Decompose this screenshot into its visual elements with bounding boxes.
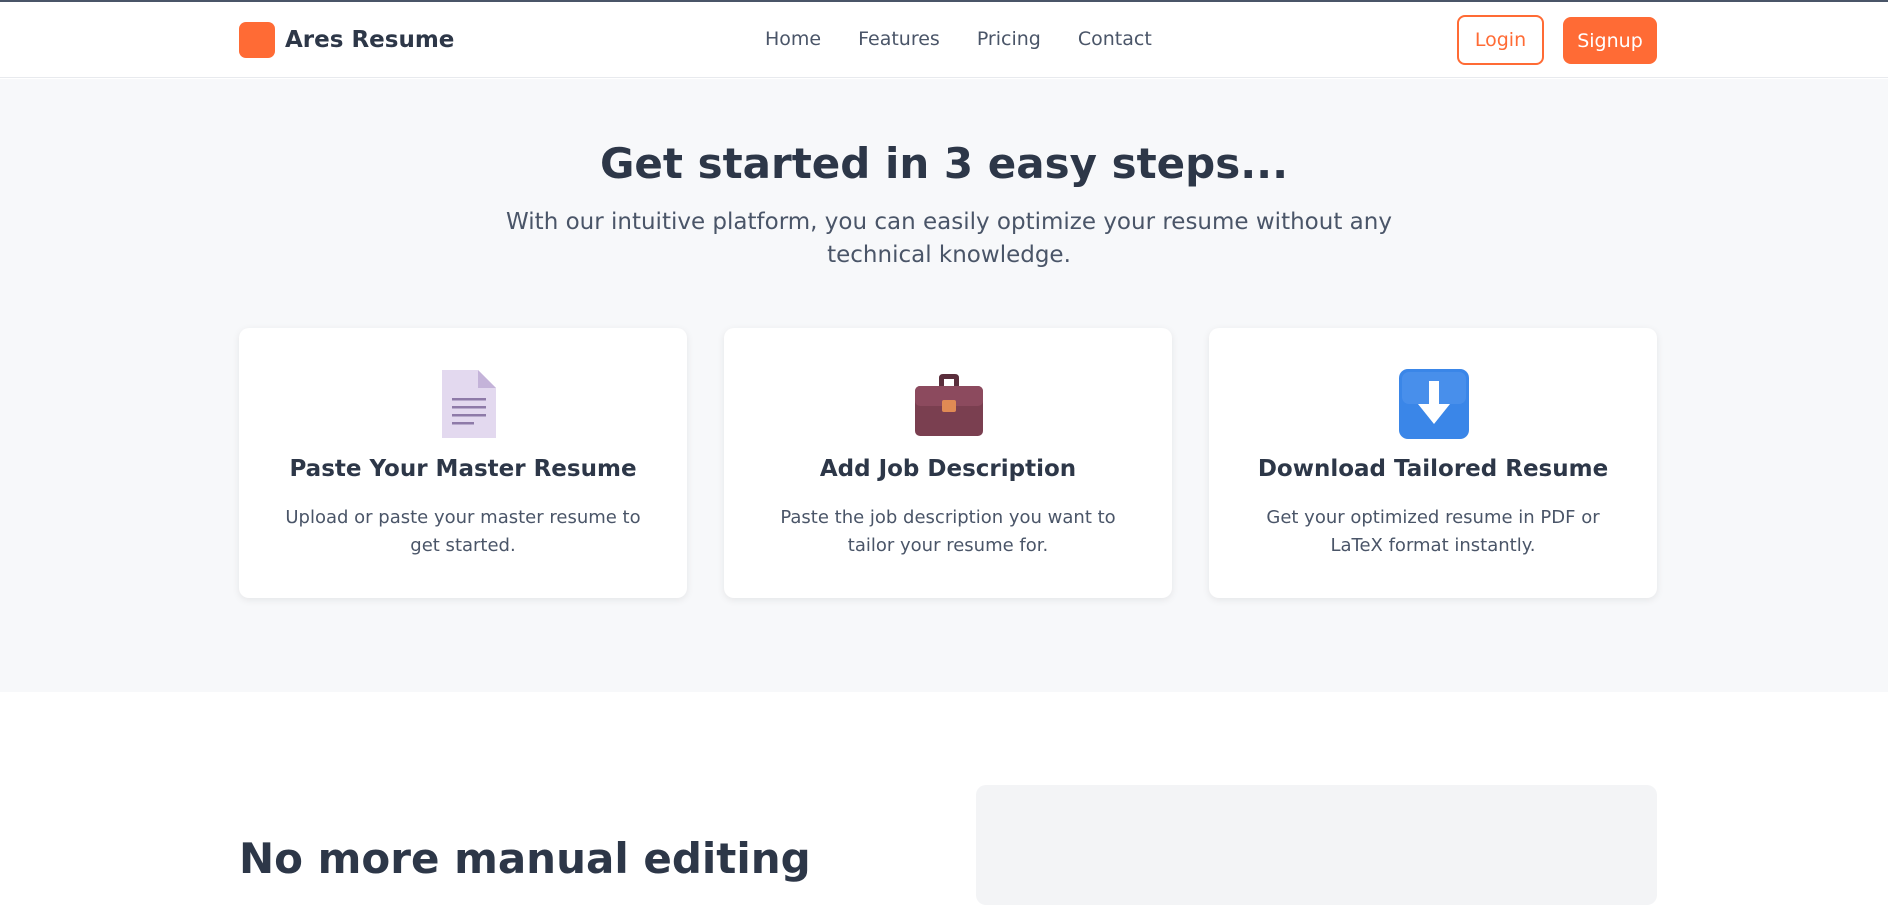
step-card-description: Paste the job description you want to ta…	[780, 507, 1116, 556]
brand-logo-icon	[239, 22, 275, 58]
step-card-title: Add Job Description	[819, 456, 1077, 482]
brand-name: Ares Resume	[285, 27, 455, 53]
steps-section: Get started in 3 easy steps... With our …	[0, 79, 1888, 692]
step-card-description: Get your optimized resume in PDF or LaTe…	[1266, 507, 1600, 556]
navbar: Ares Resume Home Features Pricing Contac…	[0, 2, 1888, 78]
document-icon	[428, 368, 500, 440]
steps-title: Get started in 3 easy steps...	[599, 139, 1289, 188]
step-card-title: Paste Your Master Resume	[289, 456, 637, 482]
nav-link-pricing[interactable]: Pricing	[977, 28, 1041, 50]
feature-preview-panel	[976, 785, 1657, 905]
steps-subtitle: With our intuitive platform, you can eas…	[506, 209, 1392, 268]
signup-button[interactable]: Signup	[1563, 17, 1657, 64]
step-card-download-resume: Download Tailored Resume Get your optimi…	[1209, 328, 1657, 598]
briefcase-icon	[913, 368, 985, 440]
step-card-add-job-description: Add Job Description Paste the job descri…	[724, 328, 1172, 598]
step-card-paste-resume: Paste Your Master Resume Upload or paste…	[239, 328, 687, 598]
login-button[interactable]: Login	[1457, 15, 1544, 65]
brand[interactable]: Ares Resume	[239, 22, 454, 58]
feature-heading: No more manual editing	[239, 834, 811, 883]
step-card-description: Upload or paste your master resume to ge…	[285, 507, 641, 556]
nav-link-home[interactable]: Home	[765, 28, 821, 50]
nav-link-features[interactable]: Features	[858, 28, 940, 50]
nav-links: Home Features Pricing Contact	[765, 28, 1152, 50]
download-arrow-icon	[1398, 368, 1470, 440]
nav-link-contact[interactable]: Contact	[1078, 28, 1152, 50]
feature-section: No more manual editing	[0, 692, 1888, 905]
step-card-title: Download Tailored Resume	[1257, 456, 1609, 482]
